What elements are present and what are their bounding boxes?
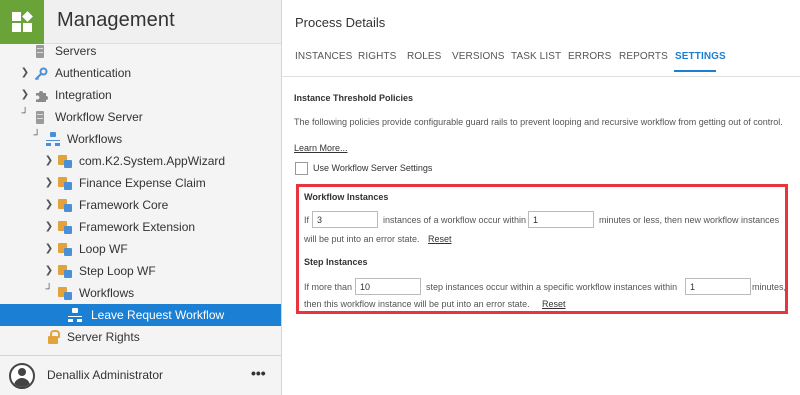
workflow-instances-heading: Workflow Instances	[304, 192, 389, 202]
sidebar-item-label: com.K2.System.AppWizard	[79, 154, 226, 168]
sidebar-item-label: Loop WF	[79, 242, 128, 256]
tab-divider	[282, 76, 800, 77]
step-instances-suffix: minutes,	[752, 282, 787, 292]
step-instances-mid: step instances occur within a specific w…	[426, 282, 678, 292]
sidebar: Management Servers ❯ Authentication ❯ In…	[0, 0, 282, 395]
sidebar-item-label: Workflow Server	[55, 110, 143, 124]
tab-task-list[interactable]: TASK LIST	[511, 51, 561, 62]
sidebar-item-folder[interactable]: ❯ Loop WF	[0, 238, 281, 260]
folder-workflow-icon	[58, 264, 72, 278]
puzzle-icon	[34, 88, 48, 102]
page-title: Process Details	[295, 15, 386, 30]
tab-settings[interactable]: SETTINGS	[675, 51, 726, 62]
chevron-right-icon[interactable]: ❯	[43, 238, 55, 260]
folder-workflow-icon	[58, 198, 72, 212]
folder-workflow-icon	[58, 154, 72, 168]
user-name: Denallix Administrator	[47, 368, 164, 382]
chevron-expanded-icon[interactable]: ┘	[31, 125, 43, 147]
tab-errors[interactable]: ERRORS	[568, 51, 611, 62]
sidebar-item-label: Leave Request Workflow	[91, 308, 225, 322]
workflow-instances-count-input[interactable]	[312, 211, 378, 228]
folder-workflow-icon	[58, 286, 72, 300]
step-instances-reset-link[interactable]: Reset	[542, 299, 566, 309]
workflow-instances-minutes-input[interactable]	[528, 211, 594, 228]
chevron-right-icon[interactable]: ❯	[43, 194, 55, 216]
chevron-expanded-icon[interactable]: ┘	[43, 279, 55, 301]
sidebar-item-integration[interactable]: ❯ Integration	[0, 84, 281, 106]
app-title: Management	[57, 9, 175, 31]
tab-roles[interactable]: ROLES	[407, 51, 441, 62]
section-title: Instance Threshold Policies	[294, 93, 414, 103]
server-icon	[36, 45, 44, 58]
sidebar-item-label: Finance Expense Claim	[79, 176, 206, 190]
step-instances-minutes-input[interactable]	[685, 278, 751, 295]
tab-rights[interactable]: RIGHTS	[358, 51, 396, 62]
workflow-instances-mid: instances of a workflow occur within	[383, 215, 527, 225]
lock-icon	[47, 330, 61, 344]
workflow-instances-reset-link[interactable]: Reset	[428, 234, 452, 244]
main-panel: Process Details INSTANCES RIGHTS ROLES V…	[282, 0, 800, 395]
app-logo-icon[interactable]	[0, 0, 44, 44]
workflow-icon	[68, 308, 82, 322]
step-instances-line2: then this workflow instance will be put …	[304, 299, 530, 309]
sidebar-item-authentication[interactable]: ❯ Authentication	[0, 62, 281, 84]
sidebar-item-label: Workflows	[67, 132, 123, 146]
folder-workflow-icon	[58, 242, 72, 256]
sidebar-item-label: Authentication	[55, 66, 132, 80]
learn-more-link[interactable]: Learn More...	[294, 143, 348, 153]
sidebar-item-server-rights[interactable]: Server Rights	[0, 326, 281, 348]
threshold-policies-highlight: Workflow Instances If instances of a wor…	[296, 184, 788, 314]
sidebar-item-servers[interactable]: Servers	[0, 40, 281, 62]
active-tab-indicator	[674, 70, 716, 72]
chevron-right-icon[interactable]: ❯	[43, 172, 55, 194]
more-options-icon[interactable]: •••	[251, 365, 266, 381]
use-server-settings-checkbox[interactable]	[295, 162, 308, 175]
sidebar-item-folder[interactable]: ❯ Framework Extension	[0, 216, 281, 238]
chevron-right-icon[interactable]: ❯	[19, 62, 31, 84]
sidebar-item-folder[interactable]: ❯ Framework Core	[0, 194, 281, 216]
chevron-right-icon[interactable]: ❯	[43, 150, 55, 172]
key-icon	[34, 66, 48, 81]
tab-versions[interactable]: VERSIONS	[452, 51, 504, 62]
sidebar-footer: Denallix Administrator •••	[0, 355, 281, 395]
sidebar-item-label: Workflows	[79, 286, 135, 300]
tab-reports[interactable]: REPORTS	[619, 51, 668, 62]
sidebar-item-label: Framework Extension	[79, 220, 196, 234]
sidebar-item-folder[interactable]: ❯ com.K2.System.AppWizard	[0, 150, 281, 172]
step-instances-count-input[interactable]	[355, 278, 421, 295]
chevron-expanded-icon[interactable]: ┘	[19, 103, 31, 125]
sidebar-header: Management	[0, 0, 281, 44]
sidebar-item-label: Integration	[55, 88, 112, 102]
chevron-right-icon[interactable]: ❯	[43, 216, 55, 238]
step-instances-prefix: If more than	[304, 282, 353, 292]
sidebar-item-workflows[interactable]: ┘ Workflows	[0, 128, 281, 150]
avatar[interactable]	[9, 363, 35, 389]
section-description: The following policies provide configura…	[294, 117, 783, 127]
folder-workflow-icon	[58, 176, 72, 190]
sidebar-item-label: Step Loop WF	[79, 264, 156, 278]
sidebar-item-folder[interactable]: ❯ Finance Expense Claim	[0, 172, 281, 194]
tab-instances[interactable]: INSTANCES	[295, 51, 352, 62]
folder-workflow-icon	[58, 220, 72, 234]
sidebar-item-label: Framework Core	[79, 198, 169, 212]
sidebar-item-label: Servers	[55, 44, 97, 58]
server-icon	[36, 111, 44, 124]
tab-bar: INSTANCES RIGHTS ROLES VERSIONS TASK LIS…	[295, 51, 795, 73]
sidebar-item-folder[interactable]: ┘ Workflows	[0, 282, 281, 304]
step-instances-heading: Step Instances	[304, 257, 368, 267]
sidebar-item-label: Server Rights	[67, 330, 140, 344]
use-server-settings-label: Use Workflow Server Settings	[313, 163, 433, 173]
sidebar-item-leave-request-workflow[interactable]: Leave Request Workflow	[0, 304, 281, 326]
workflow-instances-prefix: If	[304, 215, 310, 225]
workflow-instances-suffix: minutes or less, then new workflow insta…	[599, 215, 780, 225]
workflow-icon	[46, 132, 60, 146]
workflow-instances-line2: will be put into an error state.	[304, 234, 420, 244]
